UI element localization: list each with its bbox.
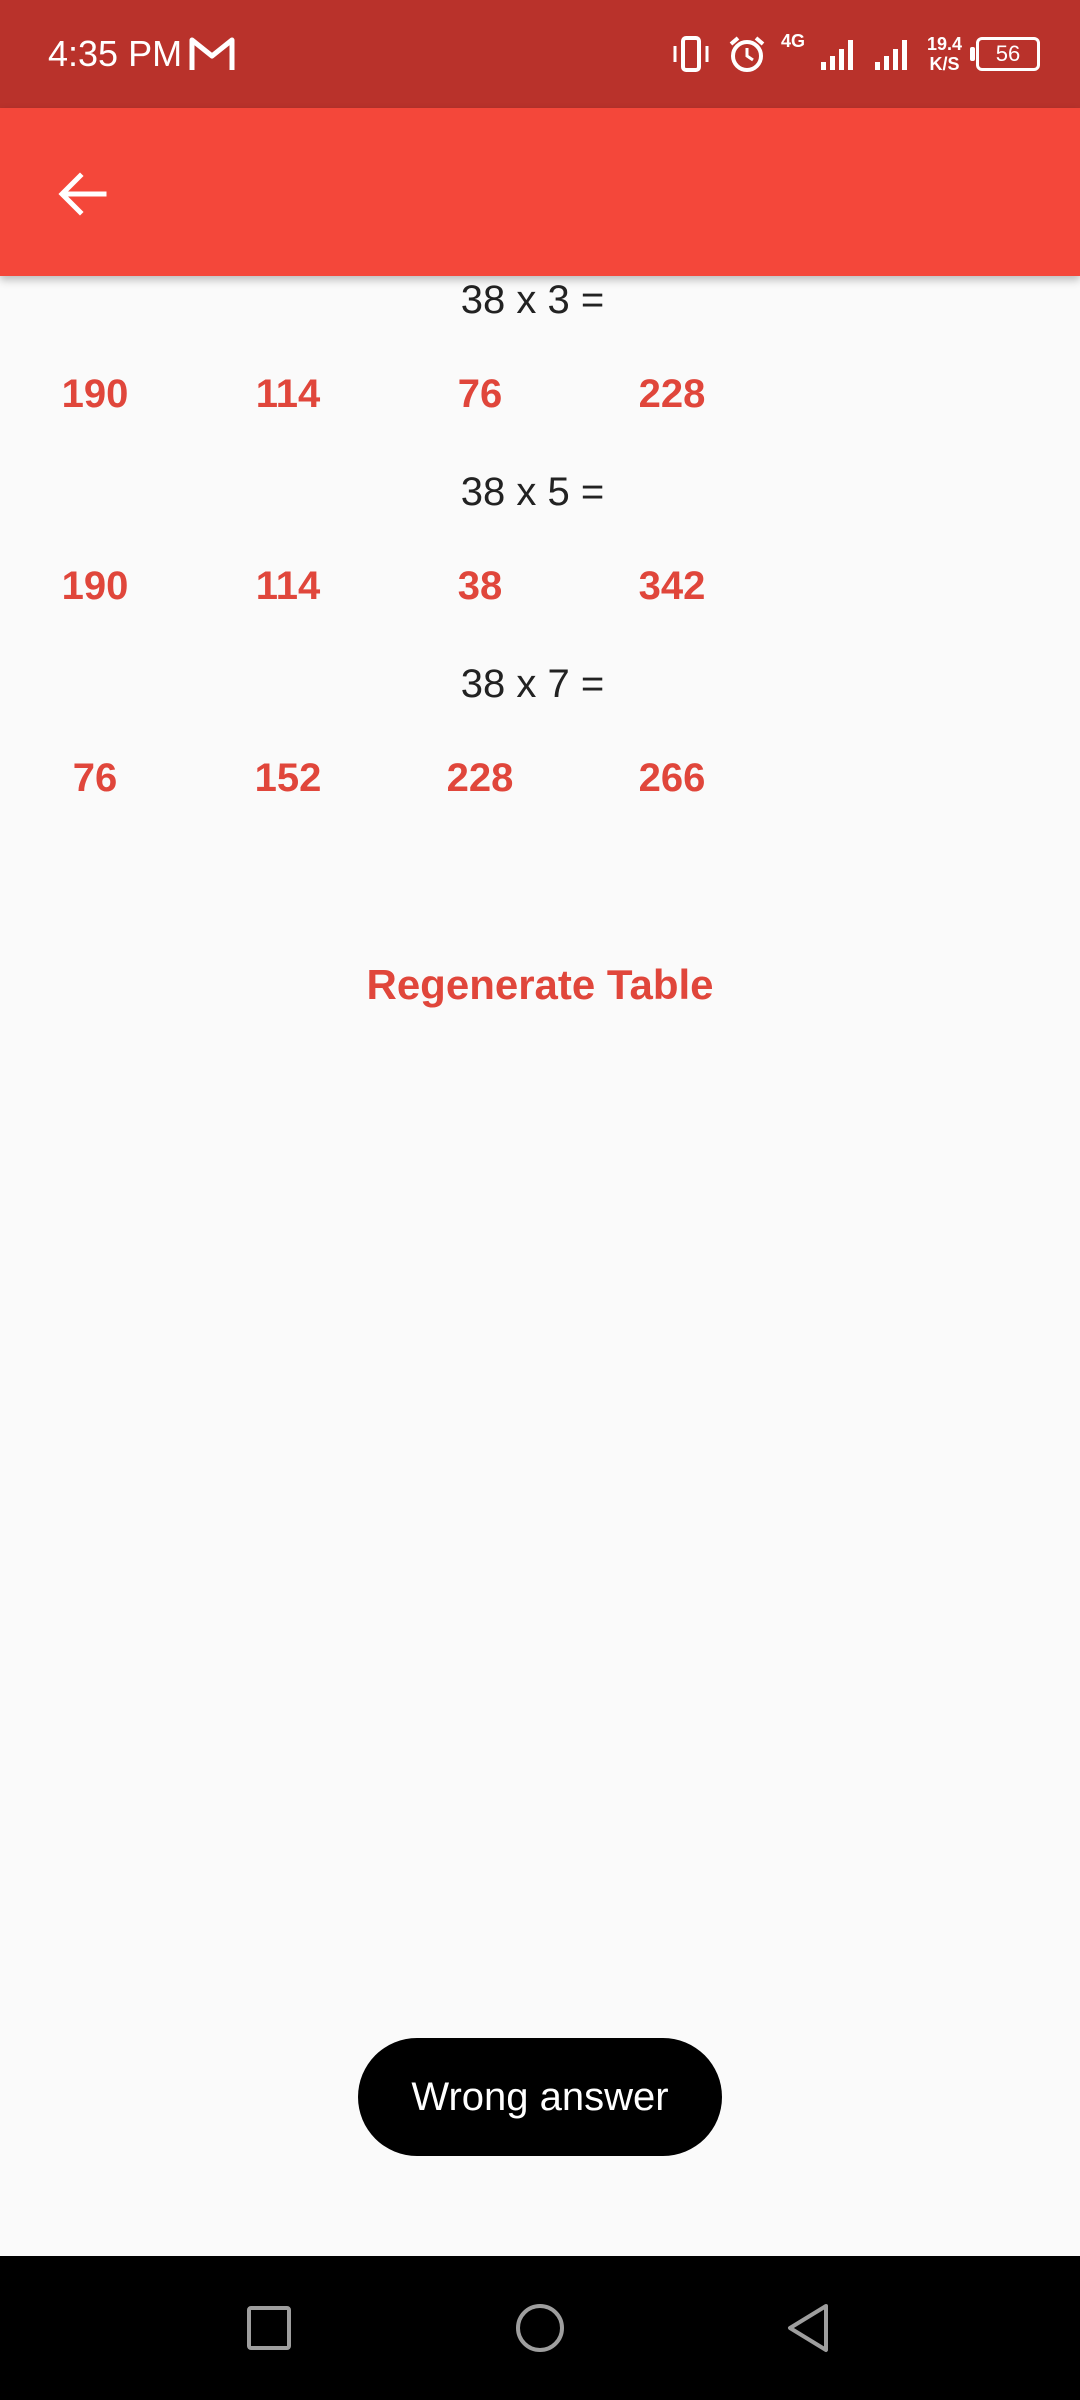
answer-option[interactable]: 152 xyxy=(203,750,373,806)
answer-option[interactable]: 228 xyxy=(587,366,757,422)
app-bar xyxy=(0,108,1080,276)
answer-option[interactable]: 190 xyxy=(10,366,180,422)
answer-option[interactable]: 76 xyxy=(10,750,180,806)
answer-option[interactable]: 342 xyxy=(587,558,757,614)
alarm-icon xyxy=(729,36,765,72)
toast-text: Wrong answer xyxy=(411,2074,669,2119)
circle-icon xyxy=(516,2304,564,2352)
answer-option[interactable]: 114 xyxy=(203,558,373,614)
arrow-left-icon xyxy=(58,172,107,216)
regenerate-table-button[interactable]: Regenerate Table xyxy=(0,957,1080,1013)
status-time: 4:35 PM xyxy=(48,33,183,74)
nav-back-button[interactable] xyxy=(776,2296,840,2360)
status-bar: 4:35 PM 4G 19.4 K/S 56 xyxy=(0,0,1080,108)
network-speed: 19.4 K/S xyxy=(927,34,962,74)
network-type: 4G xyxy=(780,31,805,51)
home-button[interactable] xyxy=(508,2296,572,2360)
answer-row: 76 152 228 266 xyxy=(0,750,780,806)
signal-icon-sim1 xyxy=(820,40,853,70)
network-speed-unit: K/S xyxy=(929,54,960,74)
question-prompt: 38 x 7 = xyxy=(460,662,605,706)
answer-option[interactable]: 190 xyxy=(10,558,180,614)
answer-option[interactable]: 76 xyxy=(395,366,565,422)
status-icons: 4G 19.4 K/S 56 xyxy=(669,28,1040,80)
answer-option[interactable]: 38 xyxy=(395,558,565,614)
square-icon xyxy=(247,2306,291,2350)
signal-icon-sim2 xyxy=(874,40,907,70)
battery-level: 56 xyxy=(995,41,1021,66)
system-nav-bar xyxy=(0,2256,1080,2400)
toast-message: Wrong answer xyxy=(358,2038,722,2156)
answer-row: 190 114 76 228 xyxy=(0,366,780,422)
back-button[interactable] xyxy=(40,152,124,236)
answer-option[interactable]: 114 xyxy=(203,366,373,422)
question-prompt: 38 x 5 = xyxy=(460,470,605,514)
question-prompt: 38 x 3 = xyxy=(460,278,605,322)
battery-icon: 56 xyxy=(970,37,1040,71)
triangle-back-icon xyxy=(788,2304,828,2352)
gmail-icon xyxy=(189,37,235,70)
recents-button[interactable] xyxy=(237,2296,301,2360)
vibrate-icon xyxy=(673,36,709,72)
network-speed-value: 19.4 xyxy=(926,34,962,54)
answer-option[interactable]: 266 xyxy=(587,750,757,806)
answer-option[interactable]: 228 xyxy=(395,750,565,806)
answer-row: 190 114 38 342 xyxy=(0,558,780,614)
